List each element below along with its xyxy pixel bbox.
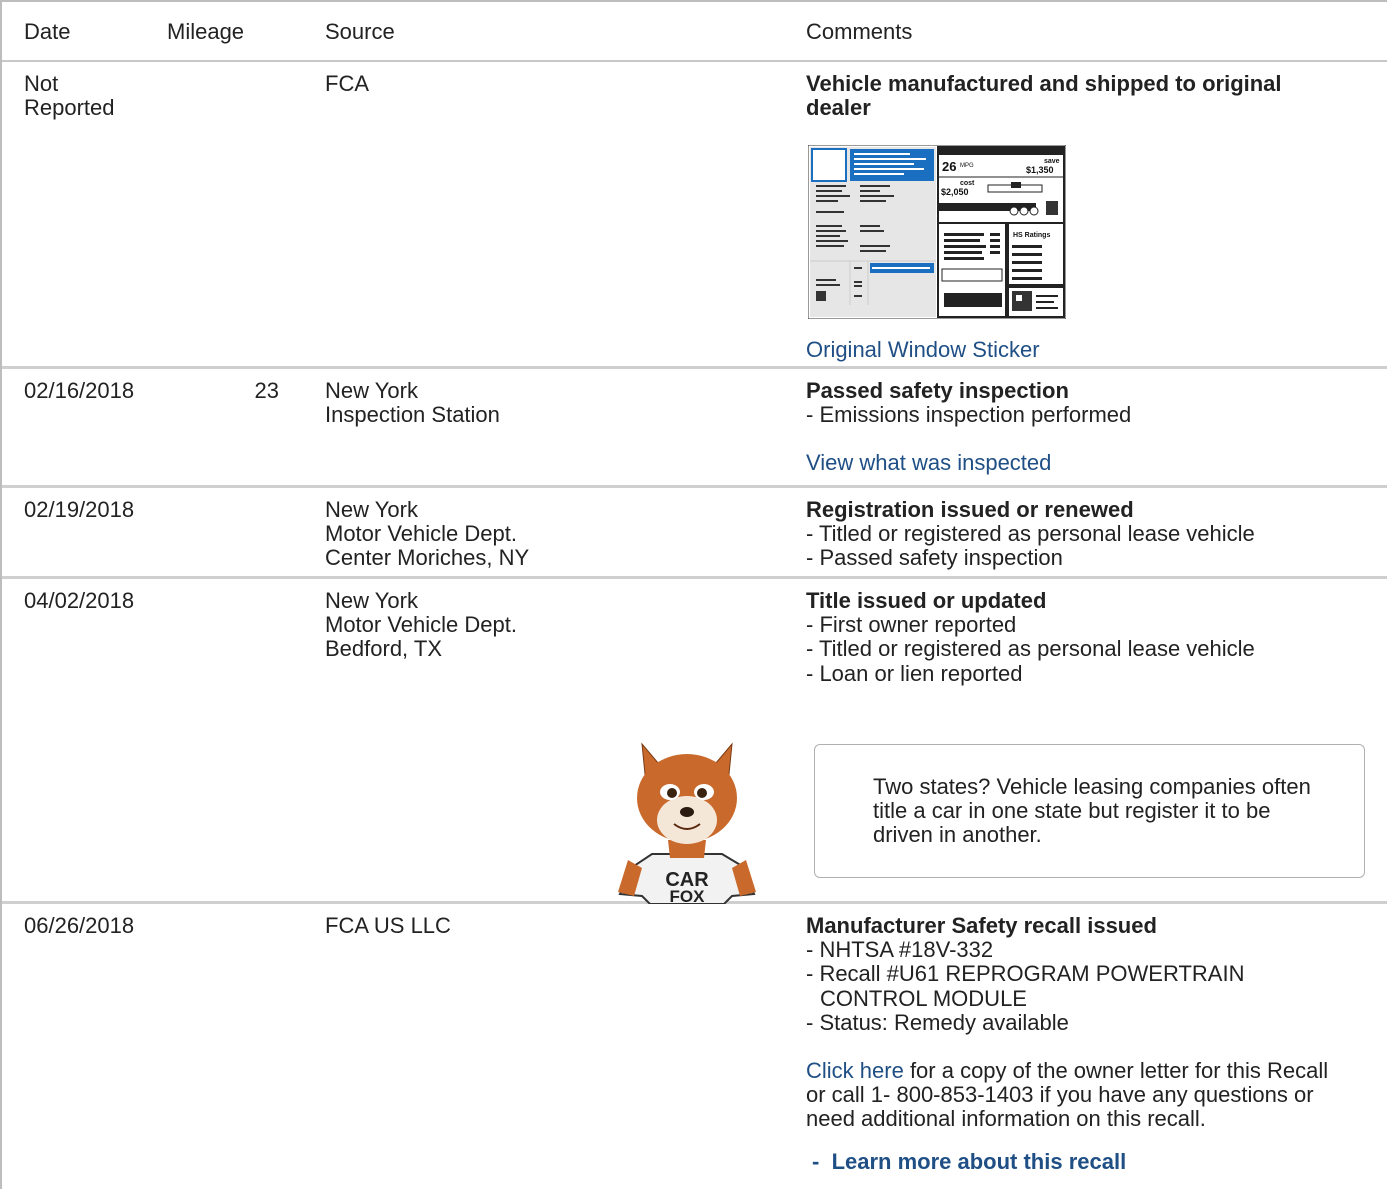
row-date: Not Reported (24, 71, 154, 121)
comment-detail: - Titled or registered as personal lease… (806, 521, 1255, 547)
source-line: Inspection Station (325, 402, 500, 428)
row-source: New York Motor Vehicle Dept. Bedford, TX (325, 588, 785, 662)
row-source: FCA US LLC (325, 913, 785, 938)
sticker-save-label: save (1044, 158, 1060, 165)
sticker-cost-label: cost (960, 180, 975, 187)
row-date: 02/16/2018 (24, 378, 135, 403)
row-comments: Title issued or updated - First owner re… (806, 588, 1366, 686)
fox-shirt-line: FOX (670, 887, 706, 904)
table-row: 06/26/2018 FCA US LLC Manufacturer Safet… (2, 904, 1387, 1204)
row-source: FCA (325, 71, 785, 96)
row-date: 04/02/2018 (24, 588, 135, 613)
row-mileage: 23 (254, 378, 279, 403)
source-line: FCA US LLC (325, 913, 451, 938)
comment-detail: CONTROL MODULE (820, 985, 1027, 1011)
carfox-mascot-image: CAR FOX (618, 742, 756, 904)
source-line: Bedford, TX (325, 636, 442, 662)
sticker-mpg: 26 (942, 159, 956, 174)
tip-text: Two states? Vehicle leasing companies of… (873, 774, 1311, 848)
comment-detail: - Passed safety inspection (806, 545, 1063, 571)
comment-title: Title issued or updated (806, 588, 1047, 613)
learn-more-item: - Learn more about this recall (806, 1148, 1366, 1174)
date-line: Reported (24, 95, 115, 121)
comment-detail: - Emissions inspection performed (806, 402, 1132, 428)
sticker-ratings: HS Ratings (1013, 232, 1050, 239)
table-header: Date Mileage Source Comments (2, 2, 1387, 62)
window-sticker-thumbnail[interactable]: 26 MPG save $1,350 cost $2,050 HS Rating… (808, 145, 1066, 319)
comment-detail: - First owner reported (806, 612, 1017, 638)
row-comments: Passed safety inspection - Emissions ins… (806, 378, 1366, 476)
vehicle-history-table: Date Mileage Source Comments Not Reporte… (0, 0, 1387, 1189)
comment-title: Vehicle manufactured and shipped to orig… (806, 71, 1282, 121)
sticker-mpg-unit: MPG (960, 163, 974, 169)
comment-detail: - Status: Remedy available (806, 1009, 1069, 1035)
source-line: New York (325, 588, 418, 613)
source-line: Motor Vehicle Dept. (325, 612, 517, 638)
row-source: New York Inspection Station (325, 378, 785, 428)
source-line: New York (325, 378, 418, 403)
leasing-tip-callout: Two states? Vehicle leasing companies of… (814, 744, 1365, 878)
view-inspection-link[interactable]: View what was inspected (806, 451, 1366, 475)
row-date: 06/26/2018 (24, 913, 135, 938)
header-date: Date (24, 19, 71, 44)
comment-title: Registration issued or renewed (806, 497, 1134, 522)
row-comments: Registration issued or renewed - Titled … (806, 497, 1366, 571)
row-source: New York Motor Vehicle Dept. Center Mori… (325, 497, 785, 571)
owner-letter-link[interactable]: Click here (806, 1058, 904, 1083)
sticker-save-amount: $1,350 (1026, 165, 1054, 175)
row-comments: Manufacturer Safety recall issued - NHTS… (806, 913, 1366, 1174)
table-row: 02/16/2018 23 New York Inspection Statio… (2, 369, 1387, 488)
row-date: 02/19/2018 (24, 497, 135, 522)
learn-more-recall-link[interactable]: Learn more about this recall (832, 1149, 1127, 1174)
source-line: Center Moriches, NY (325, 545, 530, 571)
bullet-dash: - (812, 1148, 832, 1174)
comment-detail: - NHTSA #18V-332 (806, 937, 994, 963)
source-line: New York (325, 497, 418, 522)
comment-detail: - Titled or registered as personal lease… (806, 636, 1255, 662)
source-line: Motor Vehicle Dept. (325, 521, 517, 547)
header-source: Source (325, 19, 395, 44)
sticker-cost-amount: $2,050 (941, 187, 969, 197)
table-row: 02/19/2018 New York Motor Vehicle Dept. … (2, 488, 1387, 579)
table-row: Not Reported FCA Vehicle manufactured an… (2, 62, 1387, 369)
comment-detail: - Recall #U61 REPROGRAM POWERTRAIN (806, 961, 1245, 987)
comment-title: Manufacturer Safety recall issued (806, 913, 1157, 938)
header-comments: Comments (806, 19, 913, 44)
window-sticker-link[interactable]: Original Window Sticker (806, 337, 1040, 362)
header-mileage: Mileage (167, 19, 245, 44)
comment-title: Passed safety inspection (806, 378, 1069, 403)
comment-detail: - Loan or lien reported (806, 660, 1023, 686)
date-line: Not (24, 71, 59, 96)
row-comments: Vehicle manufactured and shipped to orig… (806, 71, 1366, 121)
owner-letter-paragraph: Click here for a copy of the owner lette… (806, 1058, 1346, 1132)
source-line: FCA (325, 71, 369, 96)
